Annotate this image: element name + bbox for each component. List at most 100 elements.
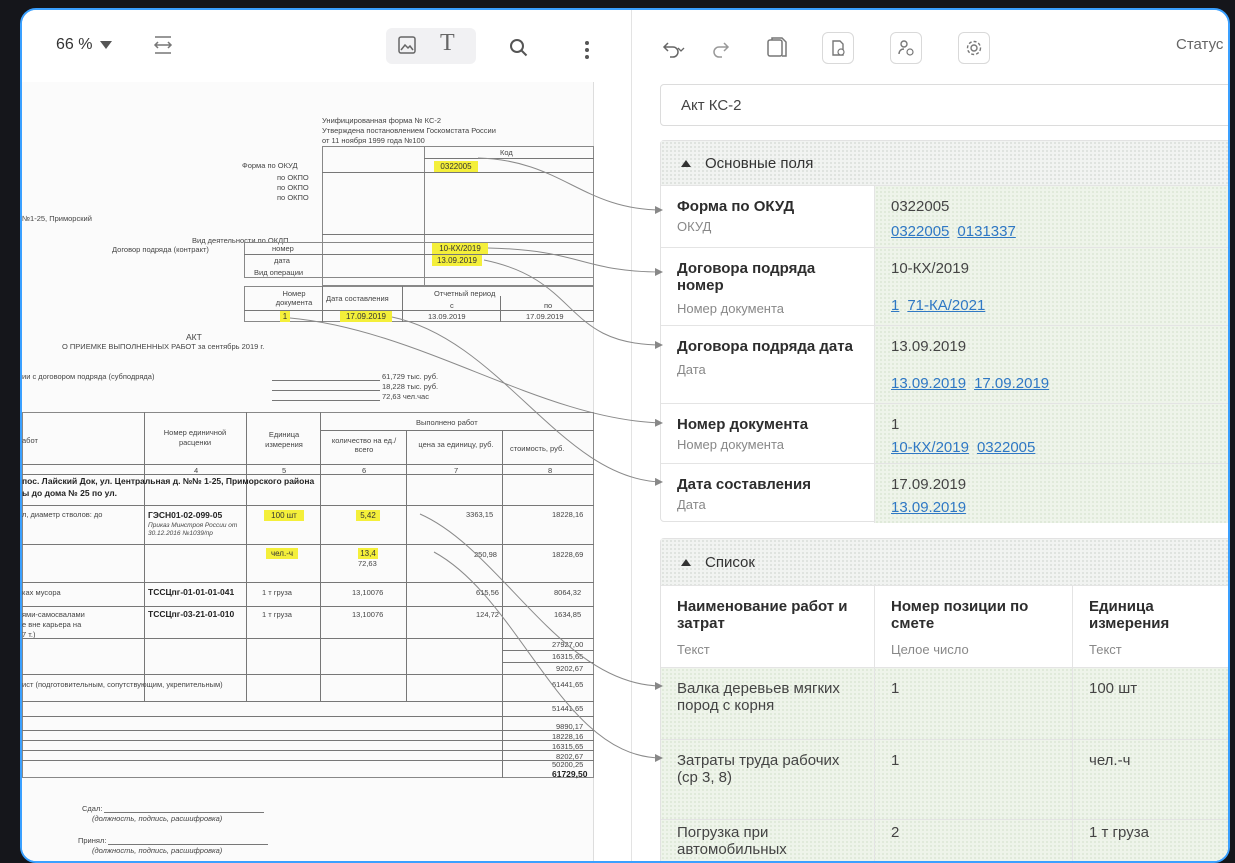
document-settings-button[interactable]: [822, 32, 854, 64]
contract-cost-label: ии с договором подряда (субподряда): [22, 372, 155, 381]
field-value-cell[interactable]: 13.09.2019 13.09.2019 17.09.2019: [875, 326, 1228, 403]
row4-name: е вне карьера на: [22, 620, 82, 629]
field-type: Номер документа: [677, 437, 785, 452]
period-end: 17.09.2019: [526, 312, 564, 321]
main-fields-card: Основные поля Форма по ОКУД ОКУД 0322005…: [660, 140, 1228, 523]
column-name: Номер позиции по смете: [891, 598, 1029, 632]
column-name: Единица измерения: [1089, 598, 1170, 632]
field-type: ОКУД: [677, 219, 712, 234]
status-label[interactable]: Статус: [1176, 36, 1223, 53]
field-value[interactable]: 13.09.2019: [891, 338, 1225, 355]
field-name: Договора подряда дата: [677, 338, 853, 355]
list-cell[interactable]: 1 т груза: [1073, 820, 1228, 861]
row4-qty: 13,10076: [352, 610, 384, 619]
list-row[interactable]: Погрузка при автомобильных перевозках му…: [661, 819, 1228, 861]
works-header-done: Выполнено работ: [416, 418, 478, 427]
row4-unit: 1 т груза: [262, 610, 292, 619]
form-header-line: Утверждена постановлением Госкомстата Ро…: [322, 126, 496, 135]
date-label: дата: [274, 256, 290, 265]
field-value-cell[interactable]: 1 10-КХ/2019 0322005: [875, 404, 1228, 463]
form-header-line: от 11 ноября 1999 года №100: [322, 136, 425, 145]
list-cell[interactable]: Затраты труда рабочих (ср 3, 8): [661, 740, 875, 819]
alt-value-link[interactable]: 10-КХ/2019: [891, 439, 969, 456]
works-header-cost: стоимость, руб.: [510, 444, 565, 453]
field-row: Номер документа Номер документа 1 10-КХ/…: [661, 403, 1228, 463]
settings-button[interactable]: [958, 32, 990, 64]
image-mode-icon[interactable]: [396, 34, 418, 56]
text-mode-icon[interactable]: T: [440, 30, 455, 57]
document-type-field[interactable]: Акт КС-2: [660, 84, 1228, 126]
list-cell[interactable]: Погрузка при автомобильных перевозках му…: [661, 820, 875, 861]
alt-value-link[interactable]: 13.09.2019: [891, 375, 966, 392]
field-row: Договора подряда номер Номер документа 1…: [661, 247, 1228, 325]
row3-name: ках мусора: [22, 588, 61, 597]
list-row[interactable]: Валка деревьев мягких пород с корня 1 10…: [661, 667, 1228, 739]
row1-cost: 18228,16: [552, 510, 584, 519]
overhead-value: 61441,65: [552, 680, 584, 689]
act-subtitle: О ПРИЕМКЕ ВЫПОЛНЕННЫХ РАБОТ за сентябрь …: [62, 342, 265, 351]
list-header[interactable]: Список: [661, 539, 1228, 585]
search-icon[interactable]: [509, 38, 529, 58]
field-value[interactable]: 10-КХ/2019: [891, 260, 1225, 277]
undo-icon[interactable]: [660, 38, 688, 58]
code-label: Код: [500, 148, 513, 157]
list-cell[interactable]: чел.-ч: [1073, 740, 1228, 819]
field-name: Договора подряда номер: [677, 260, 816, 294]
main-fields-header[interactable]: Основные поля: [661, 141, 1228, 185]
total-value: 50200,25: [552, 760, 584, 769]
alt-value-link[interactable]: 13.09.2019: [891, 499, 966, 516]
viewer-toolbar: 66 % T: [22, 10, 632, 80]
fit-width-icon[interactable]: [152, 34, 174, 56]
more-vertical-icon[interactable]: [582, 40, 592, 60]
docnum-header: Номер документа: [275, 289, 313, 307]
list-cell[interactable]: 100 шт: [1073, 668, 1228, 739]
list-column-header[interactable]: Наименование работ и затрат Текст: [661, 585, 875, 667]
works-header-unit: Единица измерения: [265, 430, 303, 449]
copy-document-icon[interactable]: [764, 34, 792, 62]
field-type: Номер документа: [677, 301, 785, 316]
alt-value-link[interactable]: 0322005: [977, 439, 1035, 456]
row4-cost: 1634,85: [554, 610, 582, 619]
user-settings-button[interactable]: [890, 32, 922, 64]
list-title: Список: [705, 553, 755, 571]
row4-name: ями-самосвалами: [22, 610, 85, 619]
field-value-cell[interactable]: 0322005 0322005 0131337: [875, 186, 1228, 247]
sign-hint: (должность, подпись, расшифровка): [92, 846, 223, 855]
alt-value-link[interactable]: 0131337: [957, 223, 1015, 240]
redo-icon[interactable]: [710, 38, 732, 58]
field-value[interactable]: 17.09.2019: [891, 476, 1225, 493]
field-label: Форма по ОКУД ОКУД: [661, 186, 875, 247]
sign-hint: (должность, подпись, расшифровка): [92, 814, 223, 823]
field-value-cell[interactable]: 17.09.2019 13.09.2019: [875, 464, 1228, 523]
row3-price: 615,56: [476, 588, 499, 597]
field-value[interactable]: 0322005: [891, 198, 1225, 215]
row3-qty: 13,10076: [352, 588, 384, 597]
list-cell[interactable]: 2: [875, 820, 1073, 861]
column-type: Текст: [677, 642, 710, 657]
alt-value-link[interactable]: 1: [891, 297, 899, 314]
list-column-header[interactable]: Единица измерения Текст: [1073, 585, 1228, 667]
okud-highlight: 0322005: [434, 161, 478, 172]
total-value: 27927,00: [552, 640, 584, 649]
row2-total: 72,63: [358, 559, 377, 568]
column-name: Наименование работ и затрат: [677, 598, 848, 632]
list-cell[interactable]: Валка деревьев мягких пород с корня: [661, 668, 875, 739]
zoom-select[interactable]: 66 %: [56, 36, 113, 54]
alt-value-link[interactable]: 0322005: [891, 223, 949, 240]
overhead-label: ист (подготовительным, сопутствующим, ук…: [22, 680, 223, 689]
field-name: Номер документа: [677, 416, 809, 433]
field-value[interactable]: 1: [891, 416, 1225, 433]
alt-value-link[interactable]: 71-КА/2021: [907, 297, 985, 314]
doc-number-highlight: 1: [280, 311, 290, 322]
row4-price: 124,72: [476, 610, 499, 619]
sum-line: 61,729 тыс. руб.: [382, 372, 439, 381]
list-column-header[interactable]: Номер позиции по смете Целое число: [875, 585, 1073, 667]
list-cell[interactable]: 1: [875, 668, 1073, 739]
field-value-cell[interactable]: 10-КХ/2019 1 71-КА/2021: [875, 248, 1228, 325]
alt-value-link[interactable]: 17.09.2019: [974, 375, 1049, 392]
list-cell[interactable]: 1: [875, 740, 1073, 819]
list-row[interactable]: Затраты труда рабочих (ср 3, 8) 1 чел.-ч: [661, 739, 1228, 819]
column-type: Текст: [1089, 642, 1122, 657]
row4-code: ТССЦпг-03-21-01-010: [148, 609, 235, 619]
field-name: Форма по ОКУД: [677, 198, 795, 215]
